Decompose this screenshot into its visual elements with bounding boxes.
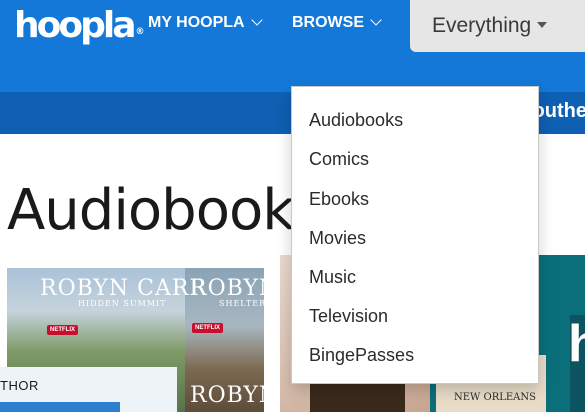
nav-my-hoopla[interactable]: MY HOOPLA bbox=[148, 12, 263, 34]
chevron-down-icon bbox=[370, 14, 382, 26]
cover-title-fragment: h bbox=[568, 315, 585, 373]
cover-caption-text: THOR bbox=[0, 378, 39, 393]
dropdown-item-comics[interactable]: Comics bbox=[309, 147, 369, 171]
dropdown-item-television[interactable]: Television bbox=[309, 304, 388, 328]
cover-subtitle: HIDDEN SUMMIT bbox=[78, 299, 167, 308]
chevron-down-icon bbox=[250, 14, 263, 26]
nav-browse[interactable]: BROWSE bbox=[292, 12, 382, 34]
netflix-badge: NETFLIX bbox=[47, 325, 78, 335]
cover-author: ROBYN bbox=[190, 276, 280, 301]
search-scope-dropdown-menu: Audiobooks Comics Ebooks Movies Music Te… bbox=[291, 86, 539, 384]
nav-browse-label: BROWSE bbox=[292, 14, 364, 31]
netflix-badge: NETFLIX bbox=[192, 323, 223, 333]
caret-down-icon bbox=[537, 22, 548, 28]
trademark-symbol: ® bbox=[135, 27, 145, 37]
search-scope-select[interactable]: Everything bbox=[410, 0, 585, 52]
cover-label: NEW ORLEANS bbox=[454, 392, 536, 403]
cover-author: ROBYN bbox=[190, 383, 280, 408]
page-title: Audiobooks bbox=[7, 178, 323, 243]
dropdown-item-audiobooks[interactable]: Audiobooks bbox=[309, 108, 403, 132]
hoopla-logo[interactable]: hoopla ® bbox=[14, 5, 145, 46]
top-nav-bar: hoopla ® MY HOOPLA BROWSE Everything bbox=[0, 0, 585, 92]
dropdown-item-movies[interactable]: Movies bbox=[309, 226, 366, 250]
logo-text: hoopla bbox=[14, 5, 136, 46]
search-scope-value: Everything bbox=[432, 14, 532, 37]
dropdown-item-bingepasses[interactable]: BingePasses bbox=[309, 343, 414, 367]
page: hoopla ® MY HOOPLA BROWSE Everything outh… bbox=[0, 0, 585, 412]
cover-caption-accent bbox=[0, 402, 120, 412]
dropdown-item-ebooks[interactable]: Ebooks bbox=[309, 187, 369, 211]
cover-author: ROBYN CARR bbox=[40, 276, 207, 301]
dropdown-item-music[interactable]: Music bbox=[309, 265, 356, 289]
nav-my-hoopla-label: MY HOOPLA bbox=[148, 14, 245, 31]
cover-subtitle: SHELTER MO bbox=[219, 299, 287, 308]
banner-text: outhe bbox=[532, 100, 585, 122]
